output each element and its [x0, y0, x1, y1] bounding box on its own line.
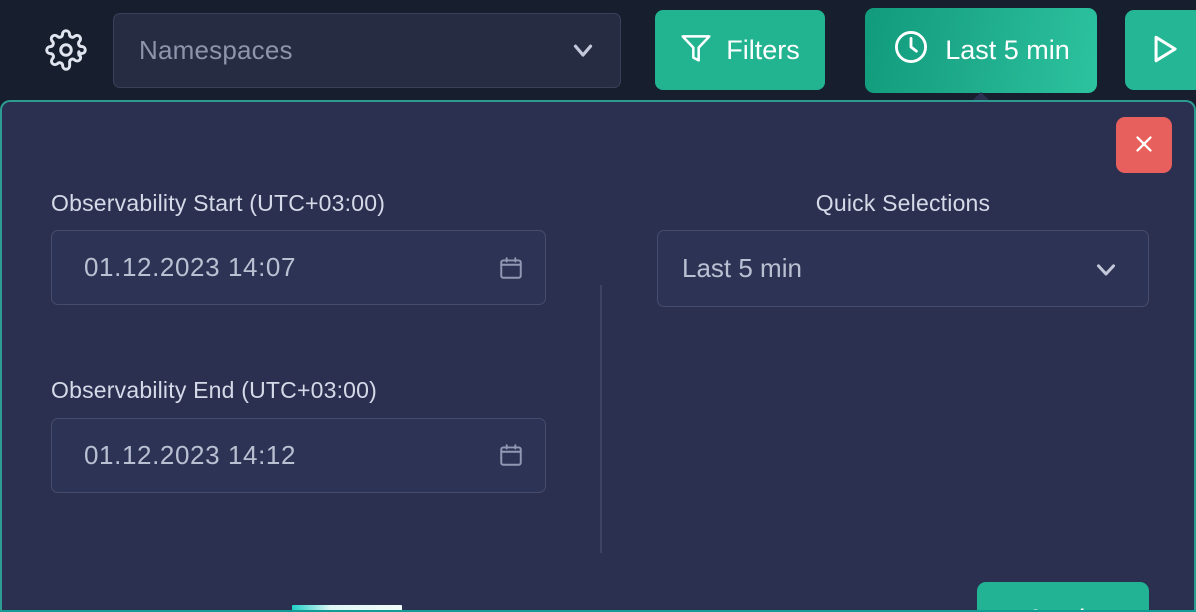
close-panel-button[interactable]: [1116, 117, 1172, 173]
clock-icon: [892, 28, 930, 73]
time-range-panel: Observability Start (UTC+03:00) 01.12.20…: [0, 100, 1196, 612]
namespaces-placeholder: Namespaces: [139, 34, 293, 65]
quick-selections-column: Quick Selections Last 5 min: [657, 190, 1149, 308]
quick-selections-select[interactable]: Last 5 min: [657, 230, 1149, 308]
observability-start-input[interactable]: 01.12.2023 14:07: [51, 230, 546, 306]
time-range-button[interactable]: Last 5 min: [865, 7, 1097, 93]
observability-end-input[interactable]: 01.12.2023 14:12: [51, 417, 546, 493]
top-toolbar: Namespaces Filters Last 5 min: [0, 0, 1196, 100]
gear-icon: [45, 29, 87, 71]
time-range-button-label: Last 5 min: [945, 34, 1070, 65]
quick-selections-value: Last 5 min: [682, 253, 802, 284]
panel-footer: Apply: [2, 582, 1194, 610]
run-play-button[interactable]: [1125, 10, 1196, 90]
column-divider: [600, 285, 602, 553]
settings-button[interactable]: [42, 26, 90, 74]
apply-button[interactable]: Apply: [977, 582, 1149, 610]
app-root: Namespaces Filters Last 5 min Observabil…: [0, 0, 1196, 612]
calendar-icon[interactable]: [495, 252, 527, 284]
quick-selections-label: Quick Selections: [815, 190, 991, 216]
filters-button-label: Filters: [726, 34, 800, 65]
observability-start-value: 01.12.2023 14:07: [84, 252, 297, 283]
calendar-icon[interactable]: [495, 439, 527, 471]
play-triangle-icon: [1145, 30, 1183, 71]
chevron-down-icon: [1090, 253, 1122, 285]
datetime-column: Observability Start (UTC+03:00) 01.12.20…: [51, 190, 546, 493]
field-gap: [51, 305, 546, 377]
filters-button[interactable]: Filters: [655, 10, 825, 90]
close-x-icon: [1131, 131, 1157, 160]
observability-end-value: 01.12.2023 14:12: [84, 439, 297, 470]
chevron-down-icon: [566, 33, 600, 67]
namespaces-select[interactable]: Namespaces: [113, 12, 621, 88]
apply-button-wrapper: Apply: [977, 582, 1149, 610]
funnel-filter-icon: [680, 31, 712, 70]
observability-start-label: Observability Start (UTC+03:00): [51, 190, 386, 216]
observability-end-label: Observability End (UTC+03:00): [51, 377, 378, 404]
